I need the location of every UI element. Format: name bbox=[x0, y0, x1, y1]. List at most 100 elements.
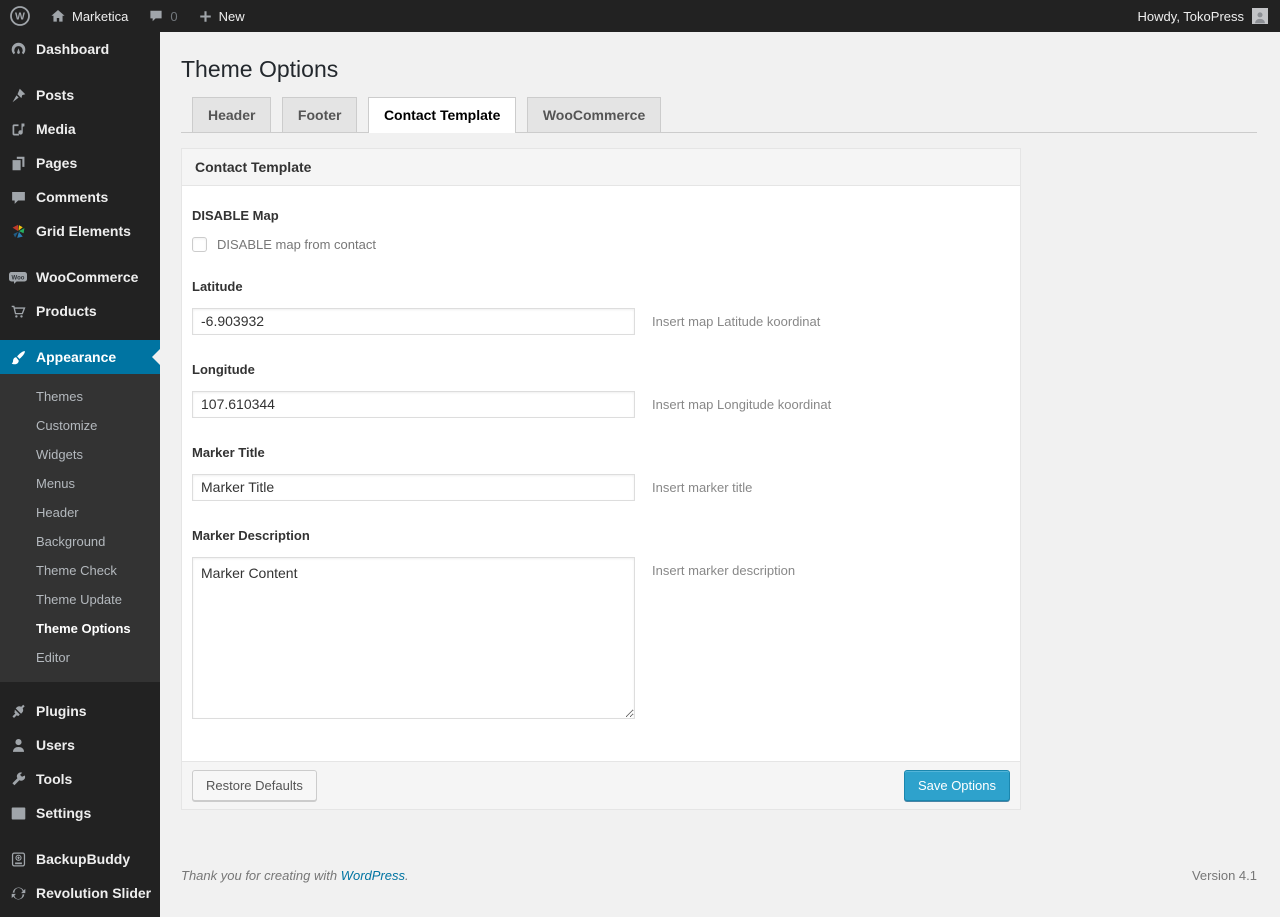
tab-contact-template[interactable]: Contact Template bbox=[367, 96, 517, 133]
home-icon bbox=[50, 8, 66, 24]
user-icon bbox=[8, 735, 28, 755]
sidebar-item-dashboard[interactable]: Dashboard bbox=[0, 32, 160, 66]
sidebar-item-users[interactable]: Users bbox=[0, 728, 160, 762]
marker-title-input[interactable] bbox=[192, 473, 635, 501]
sidebar-item-label: Dashboard bbox=[36, 41, 110, 57]
restore-defaults-button[interactable]: Restore Defaults bbox=[192, 769, 317, 802]
sidebar-item-label: Comments bbox=[36, 189, 109, 205]
footer-thanks: Thank you for creating with WordPress. bbox=[181, 868, 409, 883]
grid-elements-pinwheel-icon bbox=[8, 221, 28, 241]
sidebar-item-posts[interactable]: Posts bbox=[0, 78, 160, 112]
admin-sidebar: Dashboard Posts Media Pages Comments Gri… bbox=[0, 32, 160, 917]
sidebar-item-label: Pages bbox=[36, 155, 78, 171]
version-text: Version 4.1 bbox=[1191, 868, 1257, 884]
submenu-item-customize[interactable]: Customize bbox=[0, 411, 160, 440]
disable-map-field: DISABLE Map DISABLE map from contact bbox=[192, 208, 1010, 252]
marker-description-textarea[interactable]: Marker Content bbox=[192, 556, 635, 719]
new-content-menu[interactable]: New bbox=[188, 0, 255, 32]
sidebar-item-settings[interactable]: Settings bbox=[0, 796, 160, 830]
comments-icon bbox=[8, 187, 28, 207]
comment-count: 0 bbox=[170, 8, 178, 24]
panel-title: Contact Template bbox=[182, 148, 1020, 186]
contact-template-panel: Contact Template DISABLE Map DISABLE map… bbox=[181, 147, 1021, 811]
pages-icon bbox=[8, 153, 28, 173]
thanks-prefix: Thank you for creating with bbox=[181, 868, 341, 884]
submenu-item-widgets[interactable]: Widgets bbox=[0, 440, 160, 469]
marker-description-field: Marker Description Marker Content Insert… bbox=[192, 528, 1010, 719]
sidebar-item-label: Appearance bbox=[36, 349, 117, 365]
settings-sliders-icon bbox=[8, 803, 28, 823]
panel-body: DISABLE Map DISABLE map from contact Lat… bbox=[182, 186, 1020, 761]
refresh-arrows-icon bbox=[8, 883, 28, 903]
submenu-item-theme-check[interactable]: Theme Check bbox=[0, 556, 160, 585]
wp-logo-letter: W bbox=[15, 11, 25, 23]
disable-map-label: DISABLE Map bbox=[192, 207, 279, 223]
wordpress-logo-menu[interactable]: W bbox=[0, 0, 40, 32]
main-content: Theme Options Header Footer Contact Temp… bbox=[160, 32, 1280, 883]
sidebar-item-plugins[interactable]: Plugins bbox=[0, 694, 160, 728]
submenu-item-background[interactable]: Background bbox=[0, 527, 160, 556]
sidebar-item-label: Users bbox=[36, 737, 75, 753]
sidebar-item-products[interactable]: Products bbox=[0, 294, 160, 328]
new-label: New bbox=[218, 8, 245, 24]
comments-bubble-menu[interactable]: 0 bbox=[138, 0, 187, 32]
latitude-field: Latitude Insert map Latitude koordinat bbox=[192, 279, 1010, 335]
panel-footer: Restore Defaults Save Options bbox=[182, 760, 1020, 810]
site-name-menu[interactable]: Marketica bbox=[40, 0, 138, 32]
page-footer: Thank you for creating with WordPress. V… bbox=[181, 868, 1257, 883]
marker-title-label: Marker Title bbox=[192, 444, 265, 460]
submenu-item-editor[interactable]: Editor bbox=[0, 643, 160, 672]
sidebar-item-grid-elements[interactable]: Grid Elements bbox=[0, 214, 160, 248]
howdy-account-link[interactable]: Howdy, TokoPress bbox=[1138, 9, 1244, 24]
latitude-input[interactable] bbox=[192, 307, 635, 335]
tab-footer[interactable]: Footer bbox=[281, 96, 358, 132]
submenu-item-theme-options[interactable]: Theme Options bbox=[0, 614, 160, 643]
marker-title-hint: Insert marker title bbox=[652, 479, 753, 495]
latitude-label: Latitude bbox=[192, 278, 243, 294]
submenu-item-menus[interactable]: Menus bbox=[0, 469, 160, 498]
sidebar-item-pages[interactable]: Pages bbox=[0, 146, 160, 180]
pushpin-icon bbox=[8, 85, 28, 105]
sidebar-item-revolution-slider[interactable]: Revolution Slider bbox=[0, 876, 160, 910]
sidebar-item-label: Media bbox=[36, 121, 76, 137]
sidebar-item-label: Posts bbox=[36, 87, 75, 103]
wordpress-link[interactable]: WordPress bbox=[341, 868, 405, 883]
sidebar-item-label: Grid Elements bbox=[36, 223, 131, 239]
longitude-input[interactable] bbox=[192, 390, 635, 418]
admin-bar: W Marketica 0 New Howdy, TokoPress bbox=[0, 0, 1280, 32]
plug-icon bbox=[8, 701, 28, 721]
longitude-hint: Insert map Longitude koordinat bbox=[652, 396, 832, 412]
page-title: Theme Options bbox=[181, 56, 339, 82]
sidebar-item-backupbuddy[interactable]: BackupBuddy bbox=[0, 842, 160, 876]
comment-bubble-icon bbox=[148, 8, 164, 24]
media-icon bbox=[8, 119, 28, 139]
sidebar-item-label: Plugins bbox=[36, 703, 87, 719]
longitude-field: Longitude Insert map Longitude koordinat bbox=[192, 362, 1010, 418]
woo-badge-text: Woo bbox=[12, 275, 25, 281]
sidebar-item-label: Tools bbox=[36, 771, 73, 787]
sidebar-item-media[interactable]: Media bbox=[0, 112, 160, 146]
avatar[interactable] bbox=[1252, 8, 1268, 24]
paintbrush-icon bbox=[8, 347, 28, 367]
submenu-item-themes[interactable]: Themes bbox=[0, 382, 160, 411]
tab-woocommerce[interactable]: WooCommerce bbox=[526, 96, 662, 132]
sidebar-item-label: Revolution Slider bbox=[36, 885, 152, 901]
woocommerce-badge-icon: Woo bbox=[8, 267, 28, 287]
save-options-button[interactable]: Save Options bbox=[903, 769, 1010, 802]
sidebar-item-tools[interactable]: Tools bbox=[0, 762, 160, 796]
marker-description-hint: Insert marker description bbox=[652, 562, 796, 578]
cart-icon bbox=[8, 301, 28, 321]
tab-header[interactable]: Header bbox=[192, 96, 272, 132]
sidebar-item-appearance[interactable]: Appearance bbox=[0, 340, 160, 374]
submenu-item-theme-update[interactable]: Theme Update bbox=[0, 585, 160, 614]
sidebar-item-comments[interactable]: Comments bbox=[0, 180, 160, 214]
disable-map-checkbox[interactable] bbox=[192, 236, 207, 252]
sidebar-item-label: BackupBuddy bbox=[36, 851, 131, 867]
submenu-item-header[interactable]: Header bbox=[0, 498, 160, 527]
sidebar-item-label: WooCommerce bbox=[36, 269, 139, 285]
disable-map-checkbox-label: DISABLE map from contact bbox=[217, 236, 376, 252]
appearance-submenu: Themes Customize Widgets Menus Header Ba… bbox=[0, 374, 160, 682]
sidebar-item-punch-fonts[interactable]: A Punch Fonts bbox=[0, 910, 160, 917]
sidebar-item-woocommerce[interactable]: Woo WooCommerce bbox=[0, 260, 160, 294]
active-menu-arrow bbox=[144, 349, 160, 365]
